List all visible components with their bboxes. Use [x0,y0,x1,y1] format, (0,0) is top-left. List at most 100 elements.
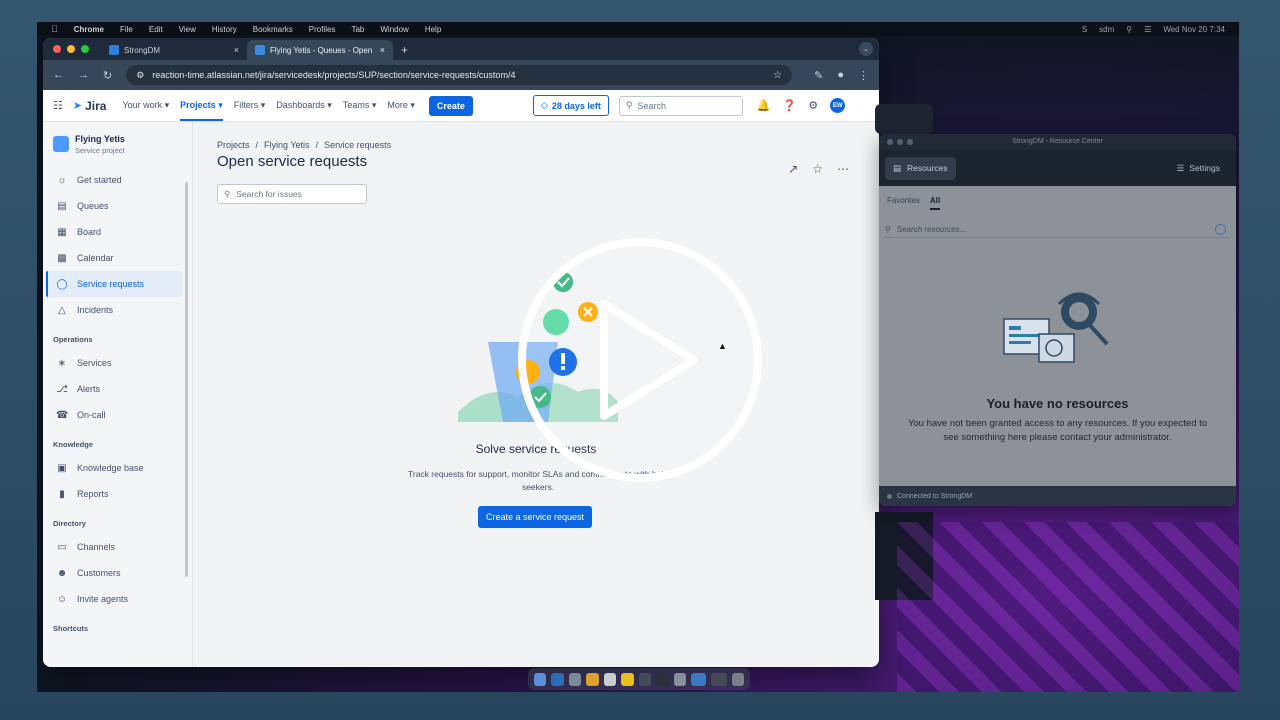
filter-icon[interactable] [1215,224,1226,235]
url-field[interactable]: ⚙ reaction-time.atlassian.net/jira/servi… [126,65,793,85]
terminal-icon[interactable] [656,672,669,686]
zoom-window-button[interactable] [907,139,913,145]
app-icon[interactable] [603,672,617,686]
nav-filters[interactable]: Filters ▾ [234,100,266,111]
minimize-window-button[interactable] [67,45,75,53]
app-icon[interactable] [673,672,686,686]
menubar-sdm[interactable]: sdm [1099,25,1114,34]
sidebar-item-alerts[interactable]: ⎇ Alerts [43,376,192,402]
app-icon[interactable] [568,672,582,686]
close-window-button[interactable] [887,139,893,145]
nav-icons: 🔔 ❓ ⚙ EW [757,98,846,113]
strongdm-tray-icon[interactable]: S [1082,25,1087,34]
menu-tab[interactable]: Tab [351,25,364,34]
sidebar-item-get-started[interactable]: ☼ Get started [43,167,192,193]
tab-favorites[interactable]: Favorites [887,196,920,210]
control-center-icon[interactable]: ☰ [1144,25,1151,34]
sidebar-item-calendar[interactable]: ▩ Calendar [43,245,192,271]
menu-window[interactable]: Window [380,25,408,34]
sidebar-item-incidents[interactable]: △ Incidents [43,297,192,323]
sidebar-item-services[interactable]: ∗ Services [43,350,192,376]
chrome-icon[interactable] [586,672,599,686]
resource-search-input[interactable]: ⚲ Search resources... [885,222,1230,238]
app-icon[interactable] [711,672,727,686]
sidebar-item-board[interactable]: ▦ Board [43,219,192,245]
search-icon: ⚲ [625,100,633,110]
profile-icon[interactable]: ● [837,69,844,81]
zoom-window-button[interactable] [81,45,89,53]
notifications-icon[interactable]: 🔔 [757,99,771,112]
close-tab-icon[interactable]: × [234,45,239,55]
forward-icon[interactable]: → [78,69,89,81]
address-bar: ← → ↻ ⚙ reaction-time.atlassian.net/jira… [43,60,879,90]
project-type: Service project [75,146,125,155]
issue-search-input[interactable]: ⚲ Search for issues [217,184,367,204]
trash-icon[interactable] [731,672,744,686]
tab-all[interactable]: All [929,196,941,210]
menu-file[interactable]: File [120,25,133,34]
breadcrumb-project[interactable]: Flying Yetis [264,140,310,150]
back-icon[interactable]: ← [53,69,64,81]
menu-view[interactable]: View [179,25,196,34]
menu-help[interactable]: Help [425,25,441,34]
sidebar-item-knowledge-base[interactable]: ▣ Knowledge base [43,455,192,481]
sidebar-item-service-requests[interactable]: ◯ Service requests [46,271,182,297]
open-external-icon[interactable]: ↗ [788,162,798,176]
sidebar-item-invite-agents[interactable]: ☺ Invite agents [43,586,192,612]
kebab-menu-icon[interactable]: ⋮ [858,69,869,82]
star-icon[interactable]: ☆ [812,162,823,176]
menu-bookmarks[interactable]: Bookmarks [253,25,293,34]
bookmark-star-icon[interactable]: ☆ [773,70,782,81]
sidebar-item-reports[interactable]: ▮ Reports [43,481,192,507]
app-icon[interactable] [621,672,634,686]
strongdm-tabs: Favorites All [879,186,1236,210]
video-play-button[interactable] [516,236,764,484]
settings-button[interactable]: ☰ Settings [1177,163,1220,174]
reload-icon[interactable]: ↻ [103,69,112,82]
tab-search-icon[interactable]: ⌄ [859,42,873,56]
nav-your-work[interactable]: Your work ▾ [122,100,169,111]
finder-icon[interactable] [534,672,547,686]
breadcrumb-service-requests[interactable]: Service requests [324,140,391,150]
apple-icon[interactable]:  [51,24,58,34]
sidebar-scrollbar[interactable] [185,182,188,577]
settings-gear-icon[interactable]: ⚙ [808,99,818,112]
menubar-app[interactable]: Chrome [74,25,104,34]
sidebar-item-on-call[interactable]: ☎ On-call [43,402,192,428]
spotlight-icon[interactable]: ⚲ [1126,25,1132,34]
nav-teams[interactable]: Teams ▾ [343,100,377,111]
jira-logo[interactable]: ➤ Jira [73,99,107,113]
tab-strongdm[interactable]: StrongDM × [101,40,247,60]
trial-button[interactable]: ◇ 28 days left [532,95,609,116]
sidebar-item-channels[interactable]: ▭ Channels [43,534,192,560]
jira-search-input[interactable]: ⚲ Search [618,95,743,116]
nav-dashboards[interactable]: Dashboards ▾ [276,100,332,111]
app-switcher-icon[interactable]: ☷ [53,99,63,112]
app-icon[interactable] [638,672,652,686]
close-window-button[interactable] [53,45,61,53]
resources-button[interactable]: ▤ Resources [885,156,956,180]
menu-profiles[interactable]: Profiles [309,25,336,34]
create-service-request-button[interactable]: Create a service request [478,506,593,528]
project-header[interactable]: Flying Yetis Service project [43,134,192,167]
menu-history[interactable]: History [212,25,237,34]
sidebar-item-queues[interactable]: ▤ Queues [43,193,192,219]
nav-more[interactable]: More ▾ [387,100,415,111]
menu-edit[interactable]: Edit [149,25,163,34]
site-info-icon[interactable]: ⚙ [136,70,144,81]
menubar-clock[interactable]: Wed Nov 20 7:34 [1163,25,1225,34]
new-tab-icon[interactable]: + [401,43,408,57]
app-icon[interactable] [551,672,564,686]
sidebar-item-customers[interactable]: ☻ Customers [43,560,192,586]
minimize-window-button[interactable] [897,139,903,145]
more-actions-icon[interactable]: ⋯ [837,162,849,176]
help-icon[interactable]: ❓ [783,99,797,112]
breadcrumb-projects[interactable]: Projects [217,140,250,150]
extensions-icon[interactable]: ✎ [814,69,823,82]
create-button[interactable]: Create [428,95,473,116]
folder-icon[interactable] [690,672,707,686]
close-tab-icon[interactable]: × [380,45,385,55]
tab-jira[interactable]: Flying Yetis - Queues - Open × [247,40,393,60]
user-avatar[interactable]: EW [830,98,846,113]
nav-projects[interactable]: Projects ▾ [180,91,223,121]
